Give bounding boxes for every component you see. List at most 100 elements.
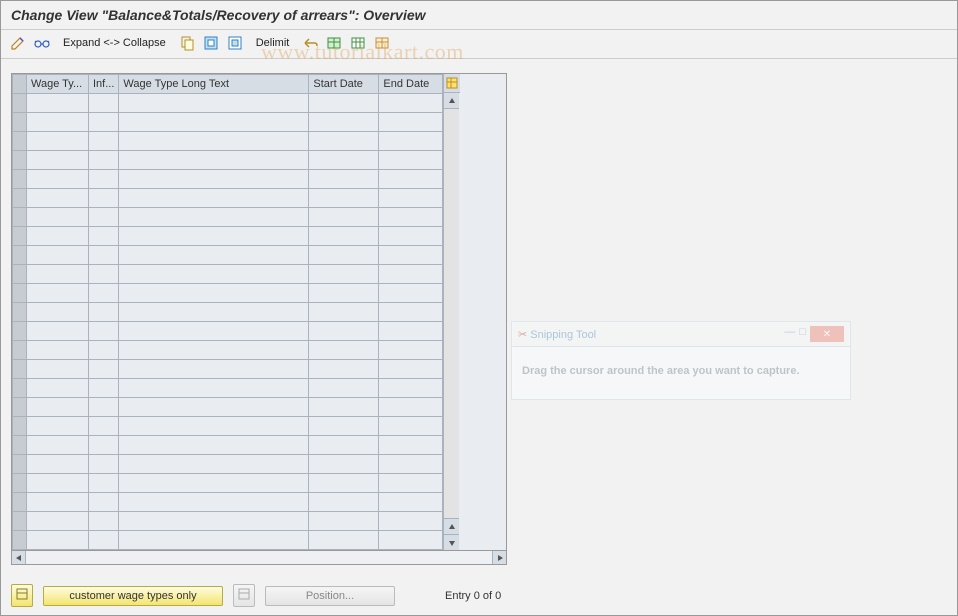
configure-columns-icon[interactable] bbox=[444, 74, 460, 93]
scroll-left-icon[interactable] bbox=[12, 551, 26, 564]
row-selector[interactable] bbox=[13, 284, 27, 303]
cell-start-date[interactable] bbox=[309, 189, 379, 208]
cell-infotype[interactable] bbox=[89, 455, 119, 474]
delimit-button[interactable]: Delimit bbox=[250, 35, 296, 51]
cell-end-date[interactable] bbox=[379, 94, 443, 113]
cell-end-date[interactable] bbox=[379, 436, 443, 455]
cell-start-date[interactable] bbox=[309, 474, 379, 493]
cell-end-date[interactable] bbox=[379, 284, 443, 303]
cell-infotype[interactable] bbox=[89, 379, 119, 398]
scroll-up-icon[interactable] bbox=[444, 93, 459, 109]
cell-wage-type[interactable] bbox=[27, 531, 89, 550]
cell-infotype[interactable] bbox=[89, 94, 119, 113]
footer-icon-button[interactable] bbox=[11, 584, 33, 607]
cell-wage-type[interactable] bbox=[27, 227, 89, 246]
cell-wage-text[interactable] bbox=[119, 265, 309, 284]
cell-start-date[interactable] bbox=[309, 208, 379, 227]
row-selector[interactable] bbox=[13, 322, 27, 341]
row-selector[interactable] bbox=[13, 151, 27, 170]
cell-end-date[interactable] bbox=[379, 379, 443, 398]
table-row[interactable] bbox=[13, 208, 443, 227]
cell-end-date[interactable] bbox=[379, 341, 443, 360]
cell-wage-text[interactable] bbox=[119, 455, 309, 474]
cell-infotype[interactable] bbox=[89, 132, 119, 151]
cell-start-date[interactable] bbox=[309, 531, 379, 550]
cell-wage-type[interactable] bbox=[27, 322, 89, 341]
cell-wage-type[interactable] bbox=[27, 94, 89, 113]
cell-infotype[interactable] bbox=[89, 474, 119, 493]
cell-infotype[interactable] bbox=[89, 227, 119, 246]
cell-wage-text[interactable] bbox=[119, 303, 309, 322]
row-selector[interactable] bbox=[13, 132, 27, 151]
table-row[interactable] bbox=[13, 455, 443, 474]
row-selector[interactable] bbox=[13, 189, 27, 208]
cell-wage-text[interactable] bbox=[119, 341, 309, 360]
table-row[interactable] bbox=[13, 189, 443, 208]
cell-infotype[interactable] bbox=[89, 493, 119, 512]
cell-end-date[interactable] bbox=[379, 398, 443, 417]
glasses-icon[interactable] bbox=[33, 34, 51, 52]
table-row[interactable] bbox=[13, 341, 443, 360]
table-row[interactable] bbox=[13, 151, 443, 170]
cell-infotype[interactable] bbox=[89, 208, 119, 227]
table-row[interactable] bbox=[13, 360, 443, 379]
cell-start-date[interactable] bbox=[309, 151, 379, 170]
cell-infotype[interactable] bbox=[89, 246, 119, 265]
cell-end-date[interactable] bbox=[379, 246, 443, 265]
cell-infotype[interactable] bbox=[89, 531, 119, 550]
cell-wage-type[interactable] bbox=[27, 455, 89, 474]
table-row[interactable] bbox=[13, 170, 443, 189]
cell-wage-text[interactable] bbox=[119, 360, 309, 379]
table-row[interactable] bbox=[13, 246, 443, 265]
cell-wage-text[interactable] bbox=[119, 189, 309, 208]
cell-wage-type[interactable] bbox=[27, 113, 89, 132]
cell-wage-type[interactable] bbox=[27, 208, 89, 227]
cell-start-date[interactable] bbox=[309, 360, 379, 379]
copy-icon[interactable] bbox=[178, 34, 196, 52]
cell-end-date[interactable] bbox=[379, 531, 443, 550]
cell-wage-text[interactable] bbox=[119, 94, 309, 113]
cell-wage-text[interactable] bbox=[119, 436, 309, 455]
row-selector[interactable] bbox=[13, 455, 27, 474]
cell-start-date[interactable] bbox=[309, 455, 379, 474]
cell-start-date[interactable] bbox=[309, 265, 379, 284]
cell-end-date[interactable] bbox=[379, 303, 443, 322]
cell-end-date[interactable] bbox=[379, 170, 443, 189]
row-selector[interactable] bbox=[13, 417, 27, 436]
cell-wage-type[interactable] bbox=[27, 284, 89, 303]
cell-end-date[interactable] bbox=[379, 189, 443, 208]
cell-infotype[interactable] bbox=[89, 398, 119, 417]
row-selector[interactable] bbox=[13, 360, 27, 379]
row-selector[interactable] bbox=[13, 170, 27, 189]
row-selector[interactable] bbox=[13, 246, 27, 265]
cell-wage-type[interactable] bbox=[27, 170, 89, 189]
cell-infotype[interactable] bbox=[89, 170, 119, 189]
cell-end-date[interactable] bbox=[379, 474, 443, 493]
change-icon[interactable] bbox=[9, 34, 27, 52]
cell-wage-text[interactable] bbox=[119, 284, 309, 303]
cell-wage-text[interactable] bbox=[119, 208, 309, 227]
table-row[interactable] bbox=[13, 322, 443, 341]
table-row[interactable] bbox=[13, 303, 443, 322]
cell-wage-text[interactable] bbox=[119, 379, 309, 398]
row-selector[interactable] bbox=[13, 493, 27, 512]
cell-start-date[interactable] bbox=[309, 493, 379, 512]
cell-end-date[interactable] bbox=[379, 227, 443, 246]
cell-wage-text[interactable] bbox=[119, 132, 309, 151]
cell-wage-text[interactable] bbox=[119, 151, 309, 170]
table-settings-icon-2[interactable] bbox=[349, 34, 367, 52]
cell-start-date[interactable] bbox=[309, 284, 379, 303]
row-selector[interactable] bbox=[13, 531, 27, 550]
cell-wage-type[interactable] bbox=[27, 151, 89, 170]
row-selector[interactable] bbox=[13, 94, 27, 113]
cell-wage-type[interactable] bbox=[27, 246, 89, 265]
cell-infotype[interactable] bbox=[89, 265, 119, 284]
cell-start-date[interactable] bbox=[309, 398, 379, 417]
cell-start-date[interactable] bbox=[309, 94, 379, 113]
cell-end-date[interactable] bbox=[379, 360, 443, 379]
horizontal-scrollbar[interactable] bbox=[11, 551, 507, 565]
col-start-date[interactable]: Start Date bbox=[309, 75, 379, 94]
cell-start-date[interactable] bbox=[309, 132, 379, 151]
cell-wage-type[interactable] bbox=[27, 474, 89, 493]
table-row[interactable] bbox=[13, 379, 443, 398]
